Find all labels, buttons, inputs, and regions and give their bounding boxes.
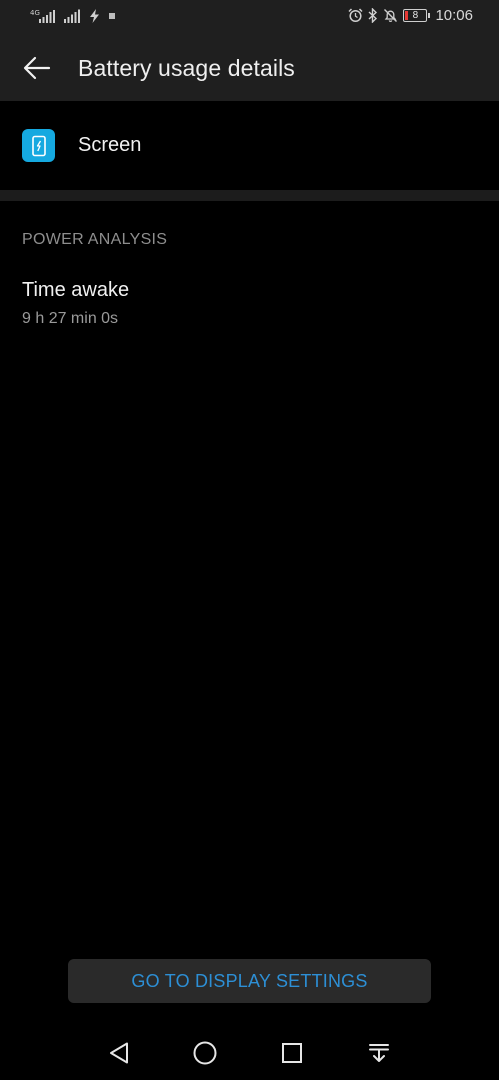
silent-icon bbox=[383, 8, 398, 23]
nav-back-button[interactable] bbox=[104, 1038, 134, 1068]
app-entry-row: Screen bbox=[0, 101, 499, 190]
home-icon bbox=[193, 1041, 217, 1065]
notifications-pull-icon bbox=[369, 1044, 389, 1062]
header: 4G 8 10:06 Battery usage details bbox=[0, 0, 499, 101]
nav-home-button[interactable] bbox=[190, 1038, 220, 1068]
power-analysis-header: POWER ANALYSIS bbox=[22, 231, 168, 248]
status-right: 8 10:06 bbox=[348, 7, 473, 24]
bluetooth-icon bbox=[368, 8, 378, 23]
notification-icon bbox=[108, 12, 116, 20]
recents-icon bbox=[282, 1043, 302, 1063]
battery-level: 8 bbox=[412, 9, 419, 21]
screen-app-icon bbox=[22, 129, 55, 162]
section-divider bbox=[0, 190, 499, 201]
nav-recents-button[interactable] bbox=[277, 1038, 307, 1068]
status-left: 4G bbox=[30, 8, 116, 24]
back-arrow-icon bbox=[23, 56, 51, 80]
page-title: Battery usage details bbox=[78, 55, 295, 81]
battery-usage-screen: 4G 8 10:06 Battery usage details Screen … bbox=[0, 0, 499, 1080]
back-button[interactable] bbox=[18, 49, 56, 87]
time-awake-label: Time awake bbox=[22, 279, 130, 301]
status-time: 10:06 bbox=[435, 7, 473, 24]
signal-4g-icon: 4G bbox=[30, 8, 56, 24]
go-to-display-settings-button[interactable]: GO TO DISPLAY SETTINGS bbox=[68, 959, 431, 1003]
signal-icon bbox=[64, 9, 81, 23]
time-awake-value: 9 h 27 min 0s bbox=[22, 310, 119, 327]
app-bar: Battery usage details bbox=[0, 34, 499, 101]
status-bar: 4G 8 10:06 bbox=[0, 0, 499, 34]
nav-notifications-button[interactable] bbox=[364, 1038, 394, 1068]
charging-icon bbox=[89, 9, 100, 23]
back-icon bbox=[110, 1042, 128, 1064]
navigation-bar bbox=[0, 1024, 499, 1080]
svg-text:4G: 4G bbox=[30, 9, 40, 17]
alarm-icon bbox=[348, 8, 363, 23]
app-entry-label: Screen bbox=[78, 134, 142, 156]
battery-icon: 8 bbox=[403, 9, 431, 22]
